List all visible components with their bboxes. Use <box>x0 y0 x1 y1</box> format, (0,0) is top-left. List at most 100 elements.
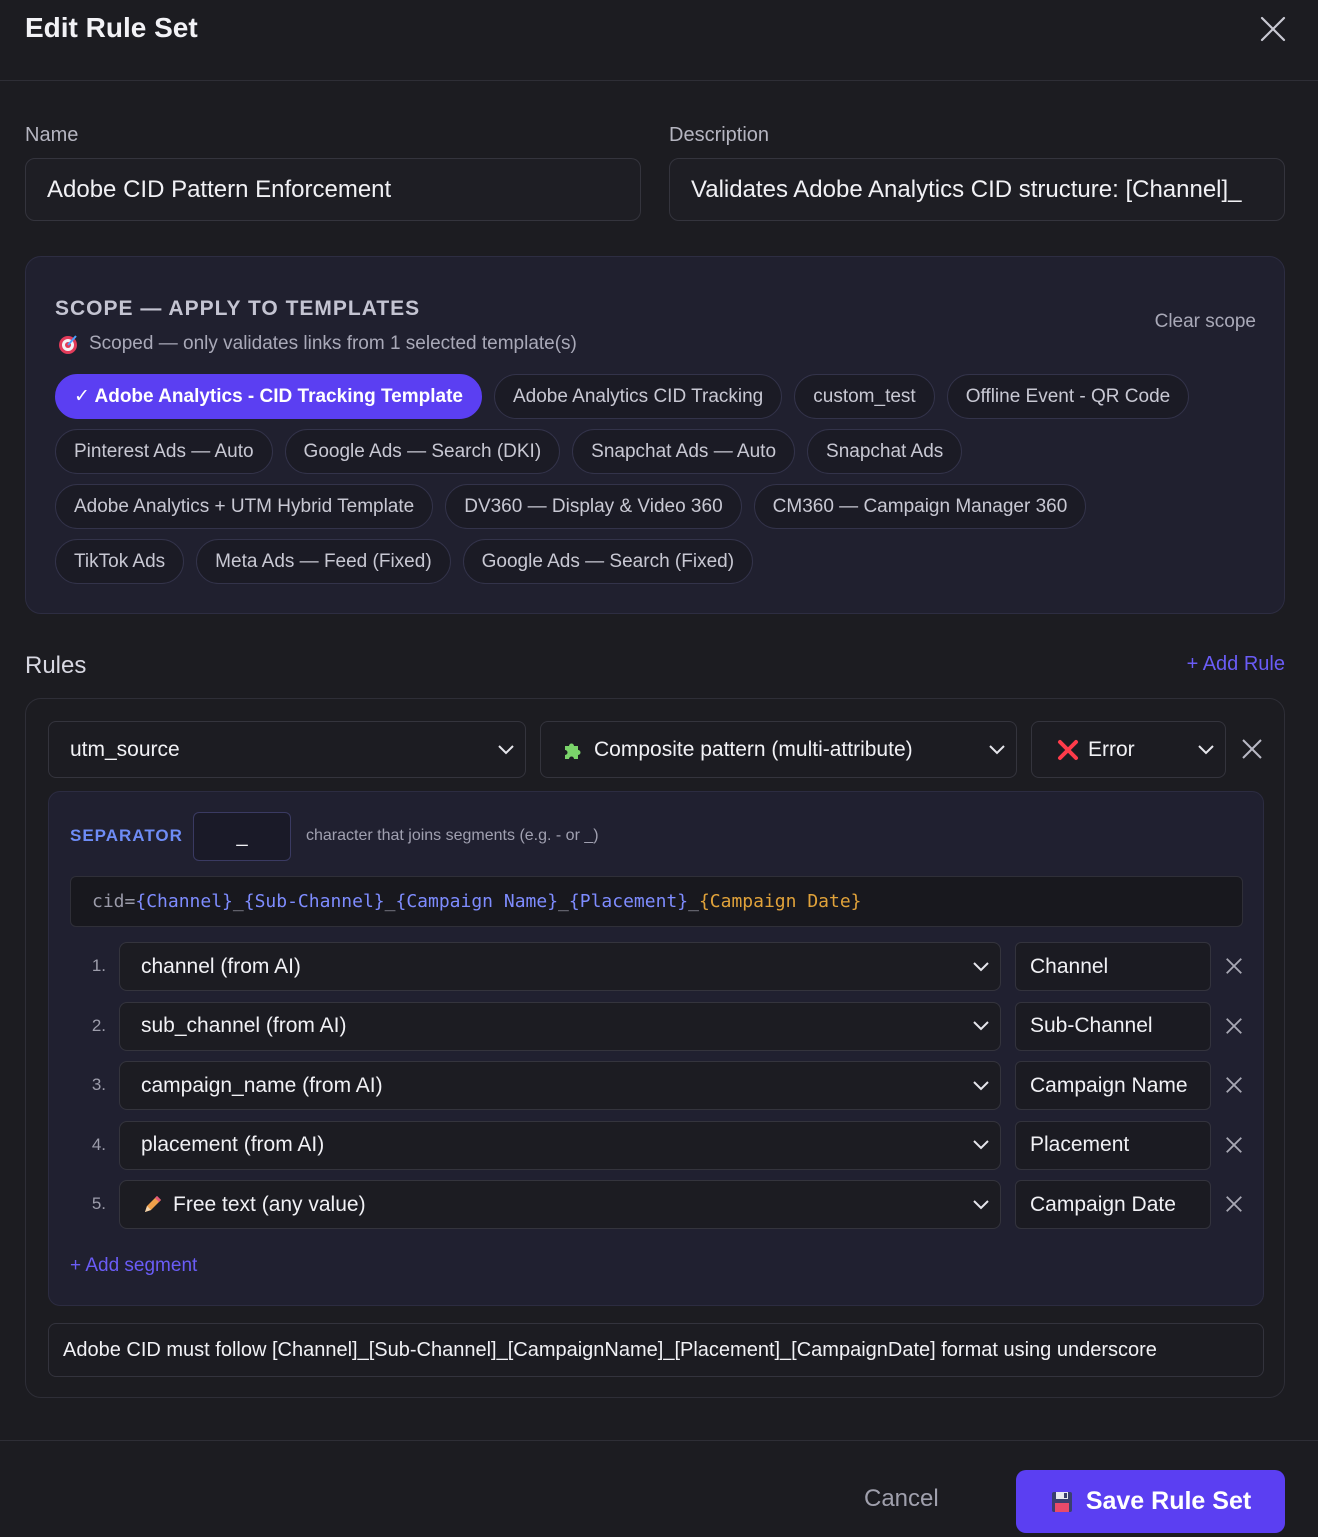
remove-rule-icon[interactable] <box>1241 738 1263 760</box>
preview-segment-last: {Campaign Date} <box>698 891 862 912</box>
segment-source-value: Free text (any value) <box>173 1192 366 1216</box>
chevron-down-icon <box>498 744 514 754</box>
chevron-down-icon <box>973 961 989 971</box>
attribute-select-value: utm_source <box>70 737 180 761</box>
clear-scope-link[interactable]: Clear scope <box>1155 311 1256 333</box>
add-segment-button[interactable]: + Add segment <box>70 1255 197 1277</box>
segment-source-value: campaign_name (from AI) <box>141 1073 383 1097</box>
template-chip[interactable]: TikTok Ads <box>55 539 185 584</box>
scope-subtitle: Scoped — only validates links from 1 sel… <box>57 333 577 355</box>
preview-segment: {Channel} <box>135 891 233 912</box>
segment-source-value: placement (from AI) <box>141 1133 325 1156</box>
rule-type-select[interactable]: Composite pattern (multi-attribute) <box>540 721 1017 778</box>
template-chips: ✓ Adobe Analytics - CID Tracking Templat… <box>55 374 1265 594</box>
preview-equals: = <box>124 891 136 912</box>
template-chip-selected[interactable]: ✓ Adobe Analytics - CID Tracking Templat… <box>55 374 482 419</box>
pencil-icon <box>145 1195 161 1212</box>
template-chip[interactable]: DV360 — Display & Video 360 <box>445 484 742 529</box>
rule-type-value: Composite pattern (multi-attribute) <box>594 737 913 761</box>
remove-segment-icon[interactable] <box>1224 1194 1244 1214</box>
pattern-preview: cid = {Channel} _ {Sub-Channel} _ {Campaign … <box>70 876 1243 927</box>
cancel-button[interactable]: Cancel <box>864 1485 939 1513</box>
template-chip[interactable]: Adobe Analytics CID Tracking <box>493 374 783 419</box>
preview-separator: _ <box>558 891 569 912</box>
scope-panel: SCOPE — APPLY TO TEMPLATES Scoped — only… <box>25 256 1285 614</box>
template-chip[interactable]: Pinterest Ads — Auto <box>55 429 273 474</box>
segment-source-value: sub_channel (from AI) <box>141 1014 347 1037</box>
segment-label-input[interactable]: Campaign Date <box>1015 1180 1211 1229</box>
save-rule-set-button[interactable]: Save Rule Set <box>1016 1470 1285 1533</box>
preview-key: cid <box>92 891 125 912</box>
separator-input[interactable]: _ <box>193 812 291 861</box>
description-input[interactable]: Validates Adobe Analytics CID structure:… <box>669 158 1285 221</box>
remove-segment-icon[interactable] <box>1224 1135 1244 1155</box>
segment-label-input[interactable]: Channel <box>1015 942 1211 991</box>
chip-row: Pinterest Ads — Auto Google Ads — Search … <box>55 429 1265 474</box>
segment-source-value: channel (from AI) <box>141 954 301 978</box>
composite-pattern-panel: SEPARATOR _ character that joins segment… <box>48 791 1264 1306</box>
chevron-down-icon <box>973 1140 989 1150</box>
segment-label-input[interactable]: Campaign Name <box>1015 1061 1211 1110</box>
separator-label: SEPARATOR <box>70 826 183 845</box>
segment-number: 4. <box>91 1134 106 1154</box>
template-chip[interactable]: Snapchat Ads — Auto <box>572 429 796 474</box>
segment-number: 2. <box>91 1015 106 1035</box>
chevron-down-icon <box>973 1021 989 1031</box>
template-chip[interactable]: Meta Ads — Feed (Fixed) <box>196 539 451 584</box>
remove-segment-icon[interactable] <box>1224 956 1244 976</box>
preview-separator: _ <box>384 891 396 912</box>
preview-segment: {Campaign Name} <box>395 891 559 912</box>
severity-value: Error <box>1088 737 1135 761</box>
segment-number: 3. <box>91 1075 106 1094</box>
segment-label-input[interactable]: Sub-Channel <box>1015 1001 1211 1051</box>
target-icon <box>59 335 77 354</box>
scope-heading: SCOPE — APPLY TO TEMPLATES <box>55 297 421 320</box>
floppy-disk-icon <box>1051 1491 1072 1512</box>
chevron-down-icon <box>973 1199 989 1209</box>
chip-row: ✓ Adobe Analytics - CID Tracking Templat… <box>55 374 1265 419</box>
attribute-select[interactable]: utm_source <box>48 721 526 778</box>
puzzle-icon <box>565 743 581 759</box>
template-chip[interactable]: custom_test <box>794 374 935 419</box>
remove-segment-icon[interactable] <box>1224 1075 1244 1095</box>
segment-source-select[interactable]: sub_channel (from AI) <box>119 1001 1001 1051</box>
segment-number: 1. <box>91 956 106 975</box>
description-label: Description <box>669 124 770 146</box>
name-input[interactable]: Adobe CID Pattern Enforcement <box>25 158 641 221</box>
preview-segment: {Placement} <box>568 891 689 912</box>
severity-select[interactable]: Error <box>1031 721 1226 778</box>
name-label: Name <box>25 124 79 146</box>
rule-card: utm_source Composite pattern (multi-attr… <box>25 698 1285 1398</box>
segment-number: 5. <box>91 1194 106 1213</box>
separator-help: character that joins segments (e.g. - or… <box>306 827 599 844</box>
template-chip[interactable]: Offline Event - QR Code <box>946 374 1190 419</box>
template-chip[interactable]: Adobe Analytics + UTM Hybrid Template <box>55 484 434 529</box>
chevron-down-icon <box>1198 744 1214 754</box>
save-button-label: Save Rule Set <box>1085 1487 1252 1515</box>
segment-source-select[interactable]: placement (from AI) <box>119 1120 1001 1170</box>
template-chip[interactable]: CM360 — Campaign Manager 360 <box>753 484 1087 529</box>
preview-separator: _ <box>688 891 699 912</box>
segment-source-select[interactable]: Free text (any value) <box>119 1180 1001 1229</box>
preview-separator: _ <box>232 891 244 912</box>
scope-subtitle-text: Scoped — only validates links from 1 sel… <box>89 333 577 354</box>
segment-source-select[interactable]: campaign_name (from AI) <box>119 1061 1001 1110</box>
chip-row: Adobe Analytics + UTM Hybrid Template DV3… <box>55 484 1265 529</box>
template-chip[interactable]: Snapchat Ads <box>807 429 963 474</box>
dialog-footer: Cancel Save Rule Set <box>0 1440 1318 1537</box>
chip-row: TikTok Ads Meta Ads — Feed (Fixed) Google … <box>55 539 1265 584</box>
rules-title: Rules <box>25 652 87 679</box>
remove-segment-icon[interactable] <box>1224 1016 1244 1036</box>
rule-message-input[interactable]: Adobe CID must follow [Channel]_[Sub-Cha… <box>48 1323 1264 1377</box>
dialog-title: Edit Rule Set <box>25 12 198 43</box>
segment-source-select[interactable]: channel (from AI) <box>119 942 1001 991</box>
dialog-header: Edit Rule Set <box>0 0 1318 81</box>
chevron-down-icon <box>989 744 1005 754</box>
template-chip[interactable]: Google Ads — Search (Fixed) <box>462 539 754 584</box>
red-x-icon <box>1058 739 1078 760</box>
template-chip[interactable]: Google Ads — Search (DKI) <box>284 429 561 474</box>
preview-segment: {Sub-Channel} <box>243 891 385 912</box>
segment-label-input[interactable]: Placement <box>1015 1120 1211 1170</box>
add-rule-button[interactable]: + Add Rule <box>1187 653 1285 676</box>
close-icon[interactable] <box>1258 14 1288 44</box>
